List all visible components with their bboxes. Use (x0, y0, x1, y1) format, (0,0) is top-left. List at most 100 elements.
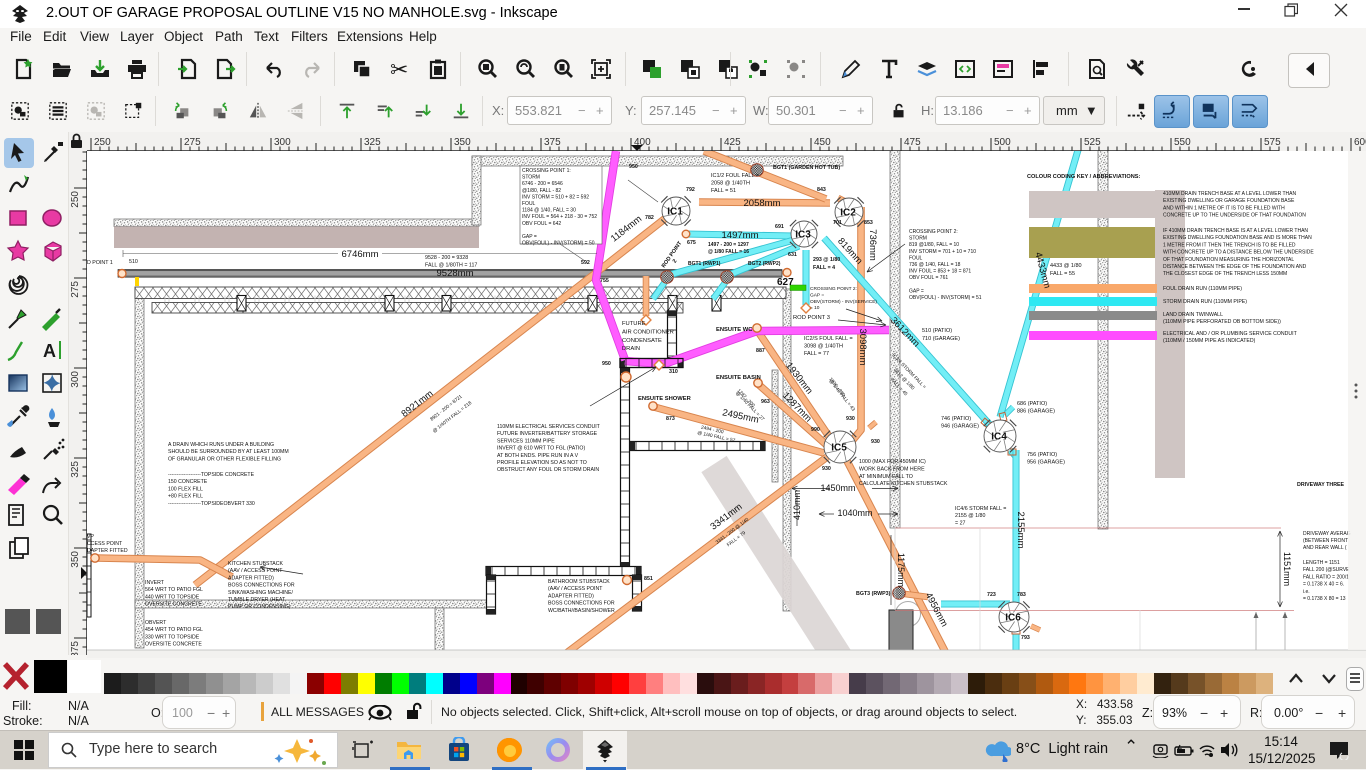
svg-text:OF THAT FOUNDATION MEASURING T: OF THAT FOUNDATION MEASURING THE HORIZON… (1163, 257, 1294, 263)
svg-text:950: 950 (602, 361, 611, 367)
svg-text:FALL = 55: FALL = 55 (1050, 271, 1075, 277)
svg-text:AND WITHIN 1 METRE OF IT IS TO: AND WITHIN 1 METRE OF IT IS TO BE FILLED… (1163, 205, 1285, 211)
svg-text:600: 600 (1354, 137, 1366, 148)
svg-text:IC4/6 STORM FALL =: IC4/6 STORM FALL = (955, 506, 1006, 512)
svg-text:DRIVEWAY THREE: DRIVEWAY THREE (1297, 482, 1345, 488)
svg-text:550: 550 (1174, 137, 1191, 148)
svg-text:ROD POINT 3: ROD POINT 3 (793, 315, 830, 321)
svg-text:440 WRT TO TOPSIDE: 440 WRT TO TOPSIDE (145, 594, 200, 600)
svg-text:783: 783 (1017, 592, 1026, 598)
svg-text:963: 963 (761, 399, 770, 405)
svg-text:OBV FOUL = 761: OBV FOUL = 761 (909, 275, 948, 281)
svg-text:EXISTING DWELLING OR GARAGE FO: EXISTING DWELLING OR GARAGE FOUNDATION B… (1163, 198, 1295, 204)
svg-text:GAP =: GAP = (522, 234, 537, 240)
svg-text:930: 930 (822, 466, 831, 472)
svg-text:BGT1 (GARDEN HOT TUB): BGT1 (GARDEN HOT TUB) (773, 165, 840, 171)
svg-text:@ 1/80 FALL = 16: @ 1/80 FALL = 16 (708, 249, 749, 255)
svg-text:819 @1/80, FALL = 10: 819 @1/80, FALL = 10 (909, 242, 959, 248)
svg-text:THE CLOSEST EDGE OF THE TRENCH: THE CLOSEST EDGE OF THE TRENCH LESS 150M… (1163, 271, 1287, 277)
svg-text:INV FOUL = 564 + 218 - 30 = 75: INV FOUL = 564 + 218 - 30 = 752 (522, 214, 597, 220)
svg-text:2155mm: 2155mm (1015, 512, 1026, 549)
svg-text:843: 843 (817, 187, 826, 193)
svg-text:IC2/S FOUL FALL =: IC2/S FOUL FALL = (804, 336, 853, 342)
svg-text:OBV FOUL = 642: OBV FOUL = 642 (522, 221, 561, 227)
svg-text:✂: ✂ (390, 58, 408, 80)
svg-text:746 (PATIO): 746 (PATIO) (941, 416, 971, 422)
svg-text:IC2: IC2 (840, 207, 856, 218)
svg-text:2058 @ 1/40TH: 2058 @ 1/40TH (711, 181, 750, 187)
svg-text:736 @ 1/40, FALL = 18: 736 @ 1/40, FALL = 18 (909, 262, 961, 268)
svg-text:575: 575 (1264, 137, 1281, 148)
svg-text:FALL RATIO = 200/1: FALL RATIO = 200/1 (1303, 574, 1349, 580)
svg-text:4433 @ 1/80: 4433 @ 1/80 (1050, 263, 1082, 269)
svg-text:756 (PATIO): 756 (PATIO) (1027, 452, 1057, 458)
svg-text:BATHROOM STUBSTACK: BATHROOM STUBSTACK (548, 579, 610, 585)
svg-text:OVERSITE CONCRETE: OVERSITE CONCRETE (145, 642, 202, 648)
svg-text:CROSSING POINT 1:: CROSSING POINT 1: (522, 168, 571, 174)
svg-text:ENSUITE BASIN: ENSUITE BASIN (716, 375, 761, 381)
svg-text:CONDENSATE: CONDENSATE (622, 338, 662, 344)
svg-text:736mm: 736mm (867, 229, 878, 261)
svg-text:564 WRT TO PATIO FGL: 564 WRT TO PATIO FGL (145, 587, 203, 593)
svg-text:FALL = 4: FALL = 4 (813, 265, 835, 271)
svg-text:330 WRT TO TOPSIDE: 330 WRT TO TOPSIDE (145, 634, 200, 640)
svg-text:701: 701 (833, 220, 842, 226)
svg-text:755: 755 (600, 278, 609, 284)
svg-text:631: 631 (788, 252, 797, 258)
svg-text:886 (GARAGE): 886 (GARAGE) (1017, 409, 1055, 415)
svg-text:1040mm: 1040mm (837, 508, 872, 518)
svg-text:OF GRANULAR OR OTHER FLEXIBLE: OF GRANULAR OR OTHER FLEXIBLE FILLING (168, 456, 281, 462)
svg-text:= 27: = 27 (955, 520, 966, 526)
svg-text:CALCULATE KITCHEN STUBSTACK: CALCULATE KITCHEN STUBSTACK (859, 481, 948, 487)
svg-text:VP: VP (87, 534, 94, 540)
svg-text:1 METRE FROM IT THEN THE TRENC: 1 METRE FROM IT THEN THE TRENCH IS TO BE… (1163, 242, 1296, 248)
svg-text:OBVERT: OBVERT (145, 620, 167, 626)
svg-text:792: 792 (686, 187, 695, 193)
svg-text:CROSSING POINT 2:: CROSSING POINT 2: (909, 229, 958, 235)
svg-text:+80 FLEX FILL: +80 FLEX FILL (168, 494, 203, 500)
svg-text:(AAV / ACCESS POINT: (AAV / ACCESS POINT (228, 568, 283, 574)
svg-text:FALL 200 (@SURVE: FALL 200 (@SURVE (1303, 567, 1350, 573)
svg-text:851: 851 (644, 576, 653, 582)
svg-text:FUTURE: FUTURE (622, 321, 646, 327)
svg-text:WITH CONCRETE UP TO A DISTANCE: WITH CONCRETE UP TO A DISTANCE BELOW THE… (1163, 250, 1314, 256)
svg-text:(AAV / ACCESS POINT: (AAV / ACCESS POINT (548, 586, 603, 592)
svg-text:= 10: = 10 (810, 305, 820, 311)
svg-text:= 0.1738 X 80 = 13: = 0.1738 X 80 = 13 (1303, 596, 1346, 602)
svg-text:WORK BACK FROM HERE: WORK BACK FROM HERE (859, 466, 925, 472)
svg-text:710 (GARAGE): 710 (GARAGE) (922, 336, 960, 342)
svg-text:782: 782 (645, 215, 654, 221)
svg-text:STORM: STORM (909, 236, 927, 242)
svg-text:510 (PATIO): 510 (PATIO) (922, 328, 952, 334)
svg-text:1497mm: 1497mm (722, 230, 759, 241)
svg-text:FOUL: FOUL (522, 201, 536, 207)
svg-text:293 @ 1/80: 293 @ 1/80 (813, 257, 840, 263)
svg-text:ADAPTER FITTED): ADAPTER FITTED) (548, 593, 594, 599)
svg-text:WC/BATH//BASIN/SHOWER: WC/BATH//BASIN/SHOWER (548, 608, 615, 614)
svg-text:LAND DRAIN TWINWALL: LAND DRAIN TWINWALL (1163, 312, 1223, 318)
svg-text:873: 873 (666, 416, 675, 422)
svg-text:2155 @ 1/80: 2155 @ 1/80 (955, 513, 985, 519)
svg-text:375: 375 (70, 641, 81, 655)
svg-text:ENSUITE WC: ENSUITE WC (716, 327, 753, 333)
svg-text:INV FOUL = 853 + 18 = 871: INV FOUL = 853 + 18 = 871 (909, 269, 971, 275)
svg-text:ELECTRICAL AND / OR PLUMBING S: ELECTRICAL AND / OR PLUMBING SERVICE CON… (1163, 331, 1298, 337)
svg-text:IC6: IC6 (1005, 612, 1021, 623)
svg-text:300: 300 (274, 137, 291, 148)
svg-text:110MM ELECTRICAL SERVICES COND: 110MM ELECTRICAL SERVICES CONDUIT (497, 424, 601, 430)
svg-text:= 0.1738 X 40 = 6.: = 0.1738 X 40 = 6. (1303, 582, 1344, 588)
svg-text:AIR CONDITIONER: AIR CONDITIONER (622, 329, 674, 335)
svg-text:627: 627 (777, 277, 794, 288)
svg-text:CROSSING POINT 2:: CROSSING POINT 2: (810, 286, 857, 292)
svg-text:275: 275 (70, 281, 81, 298)
svg-text:325: 325 (364, 137, 381, 148)
svg-text:150 CONCRETE: 150 CONCRETE (168, 479, 208, 485)
svg-text:2058mm: 2058mm (744, 198, 781, 209)
svg-text:853: 853 (864, 220, 873, 226)
svg-text:-------------------TOPSIDE CON: -------------------TOPSIDE CONCRETE (168, 472, 255, 478)
svg-text:350: 350 (454, 137, 471, 148)
svg-text:525: 525 (1084, 137, 1101, 148)
svg-text:691: 691 (775, 224, 784, 230)
svg-text:@1/80, FALL - 82: @1/80, FALL - 82 (522, 188, 561, 194)
svg-text:475: 475 (904, 137, 921, 148)
